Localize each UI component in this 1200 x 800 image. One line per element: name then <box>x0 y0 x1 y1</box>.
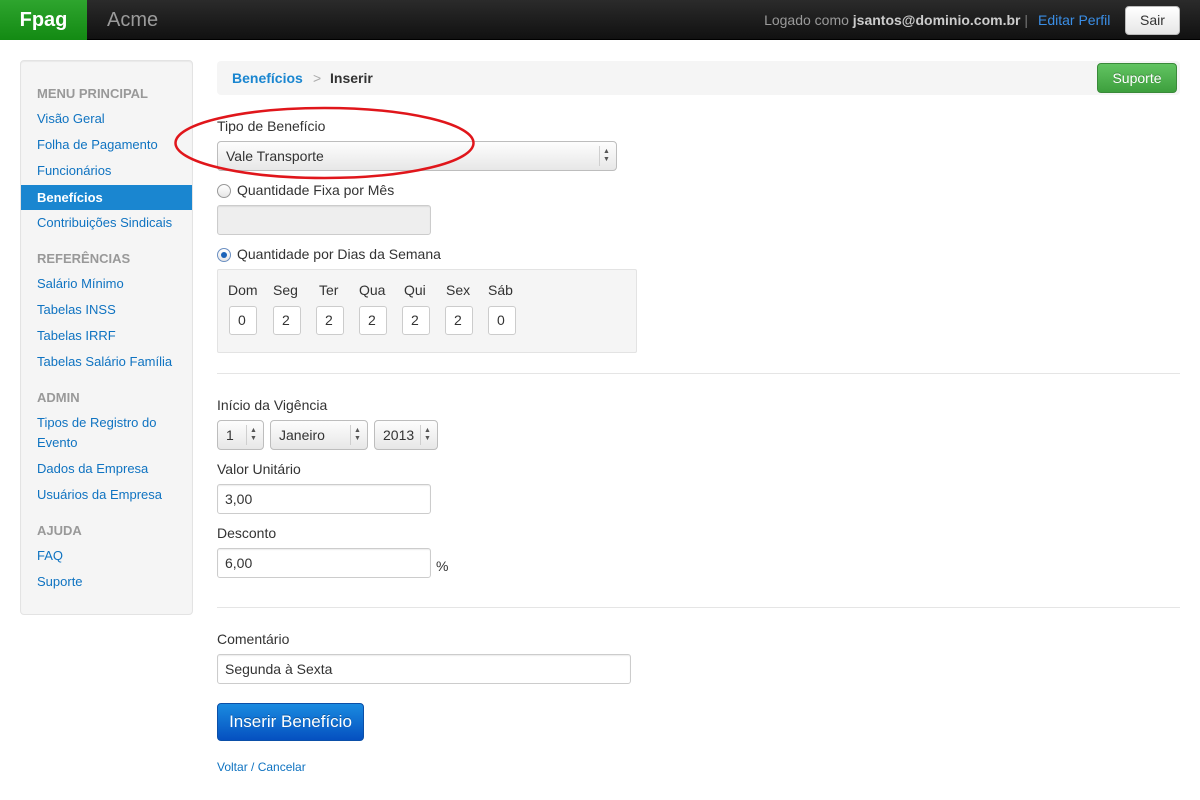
sidebar-item-benefits[interactable]: Benefícios <box>21 185 192 210</box>
sidebar: MENU PRINCIPAL Visão Geral Folha de Paga… <box>20 60 193 615</box>
sidebar-item-minimum-wage[interactable]: Salário Mínimo <box>37 274 187 294</box>
select-divider <box>350 425 351 445</box>
unit-value-label: Valor Unitário <box>217 461 301 477</box>
comment-input[interactable]: Segunda à Sexta <box>217 654 631 684</box>
percent-sign: % <box>436 558 449 574</box>
benefit-type-label: Tipo de Benefício <box>217 118 326 134</box>
start-year-select[interactable]: 2013 ▲ ▼ <box>374 420 438 450</box>
select-divider <box>599 146 600 166</box>
sidebar-header-references: REFERÊNCIAS <box>37 251 131 266</box>
start-year-value: 2013 <box>383 427 415 443</box>
start-day-select[interactable]: 1 ▲ ▼ <box>217 420 264 450</box>
breadcrumb-separator: > <box>313 70 322 86</box>
back-cancel-link[interactable]: Voltar / Cancelar <box>217 760 306 774</box>
sidebar-item-support[interactable]: Suporte <box>37 572 187 592</box>
sidebar-item-union-contributions[interactable]: Contribuições Sindicais <box>37 213 187 233</box>
unit-value-input[interactable]: 3,00 <box>217 484 431 514</box>
user-info: Logado como jsantos@dominio.com.br | <box>764 0 1028 40</box>
day-label-wed: Qua <box>359 282 386 298</box>
breadcrumb-current: Inserir <box>330 70 373 86</box>
fixed-qty-input[interactable] <box>217 205 431 235</box>
company-name: Acme <box>107 9 159 31</box>
day-input-tue[interactable]: 2 <box>316 306 344 335</box>
select-arrows-icon: ▲ ▼ <box>250 427 257 442</box>
day-label-mon: Seg <box>273 282 298 298</box>
discount-input[interactable]: 6,00 <box>217 548 431 578</box>
sidebar-item-payroll[interactable]: Folha de Pagamento <box>37 135 187 155</box>
day-input-mon[interactable]: 2 <box>273 306 301 335</box>
brand-logo[interactable]: Fpag <box>0 0 87 40</box>
start-day-value: 1 <box>226 427 234 443</box>
sidebar-item-company-data[interactable]: Dados da Empresa <box>37 459 187 479</box>
day-label-fri: Sex <box>446 282 471 298</box>
support-button[interactable]: Suporte <box>1097 63 1177 93</box>
day-label-sat: Sáb <box>488 282 513 298</box>
start-month-select[interactable]: Janeiro ▲ ▼ <box>270 420 368 450</box>
section-divider <box>217 607 1180 608</box>
sidebar-item-employees[interactable]: Funcionários <box>37 161 187 181</box>
day-label-thu: Qui <box>404 282 426 298</box>
select-arrows-icon: ▲ ▼ <box>603 148 610 163</box>
sidebar-item-family-wage-tables[interactable]: Tabelas Salário Família <box>37 352 187 372</box>
sidebar-item-benefits-label: Benefícios <box>37 190 103 205</box>
fixed-qty-radio[interactable] <box>217 184 231 198</box>
days-qty-label: Quantidade por Dias da Semana <box>237 246 441 262</box>
select-arrows-icon: ▲ ▼ <box>424 427 431 442</box>
days-of-week-panel: Dom 0 Seg 2 Ter 2 Qua 2 Qui 2 Sex 2 Sáb … <box>217 269 637 353</box>
section-divider <box>217 373 1180 374</box>
day-input-sun[interactable]: 0 <box>229 306 257 335</box>
day-input-thu[interactable]: 2 <box>402 306 430 335</box>
username: jsantos@dominio.com.br <box>852 12 1021 28</box>
logged-as-label: Logado como <box>764 12 853 28</box>
sidebar-header-help: AJUDA <box>37 523 82 538</box>
day-input-sat[interactable]: 0 <box>488 306 516 335</box>
logout-button[interactable]: Sair <box>1125 6 1180 35</box>
user-separator: | <box>1020 12 1028 28</box>
insert-benefit-button[interactable]: Inserir Benefício <box>217 703 364 741</box>
days-qty-radio[interactable] <box>217 248 231 262</box>
fixed-qty-label: Quantidade Fixa por Mês <box>237 182 395 198</box>
sidebar-header-admin: ADMIN <box>37 390 80 405</box>
edit-profile-link[interactable]: Editar Perfil <box>1038 0 1110 40</box>
start-date-label: Início da Vigência <box>217 397 328 413</box>
sidebar-item-inss-tables[interactable]: Tabelas INSS <box>37 300 187 320</box>
sidebar-item-company-users[interactable]: Usuários da Empresa <box>37 485 187 505</box>
breadcrumb: Benefícios > Inserir <box>217 61 1180 95</box>
day-input-wed[interactable]: 2 <box>359 306 387 335</box>
breadcrumb-benefits-link[interactable]: Benefícios <box>232 70 303 86</box>
top-navbar: Fpag Acme Logado como jsantos@dominio.co… <box>0 0 1200 40</box>
comment-label: Comentário <box>217 631 290 647</box>
sidebar-header-main: MENU PRINCIPAL <box>37 86 148 101</box>
day-input-fri[interactable]: 2 <box>445 306 473 335</box>
select-divider <box>420 425 421 445</box>
select-arrows-icon: ▲ ▼ <box>354 427 361 442</box>
sidebar-item-irrf-tables[interactable]: Tabelas IRRF <box>37 326 187 346</box>
benefit-type-select[interactable]: Vale Transporte ▲ ▼ <box>217 141 617 171</box>
select-divider <box>246 425 247 445</box>
sidebar-item-event-types[interactable]: Tipos de Registro do Evento <box>37 413 177 453</box>
sidebar-item-faq[interactable]: FAQ <box>37 546 187 566</box>
benefit-type-value: Vale Transporte <box>226 148 324 164</box>
day-label-tue: Ter <box>319 282 339 298</box>
discount-label: Desconto <box>217 525 277 541</box>
sidebar-item-overview[interactable]: Visão Geral <box>37 109 187 129</box>
day-label-sun: Dom <box>228 282 258 298</box>
start-month-value: Janeiro <box>279 427 325 443</box>
